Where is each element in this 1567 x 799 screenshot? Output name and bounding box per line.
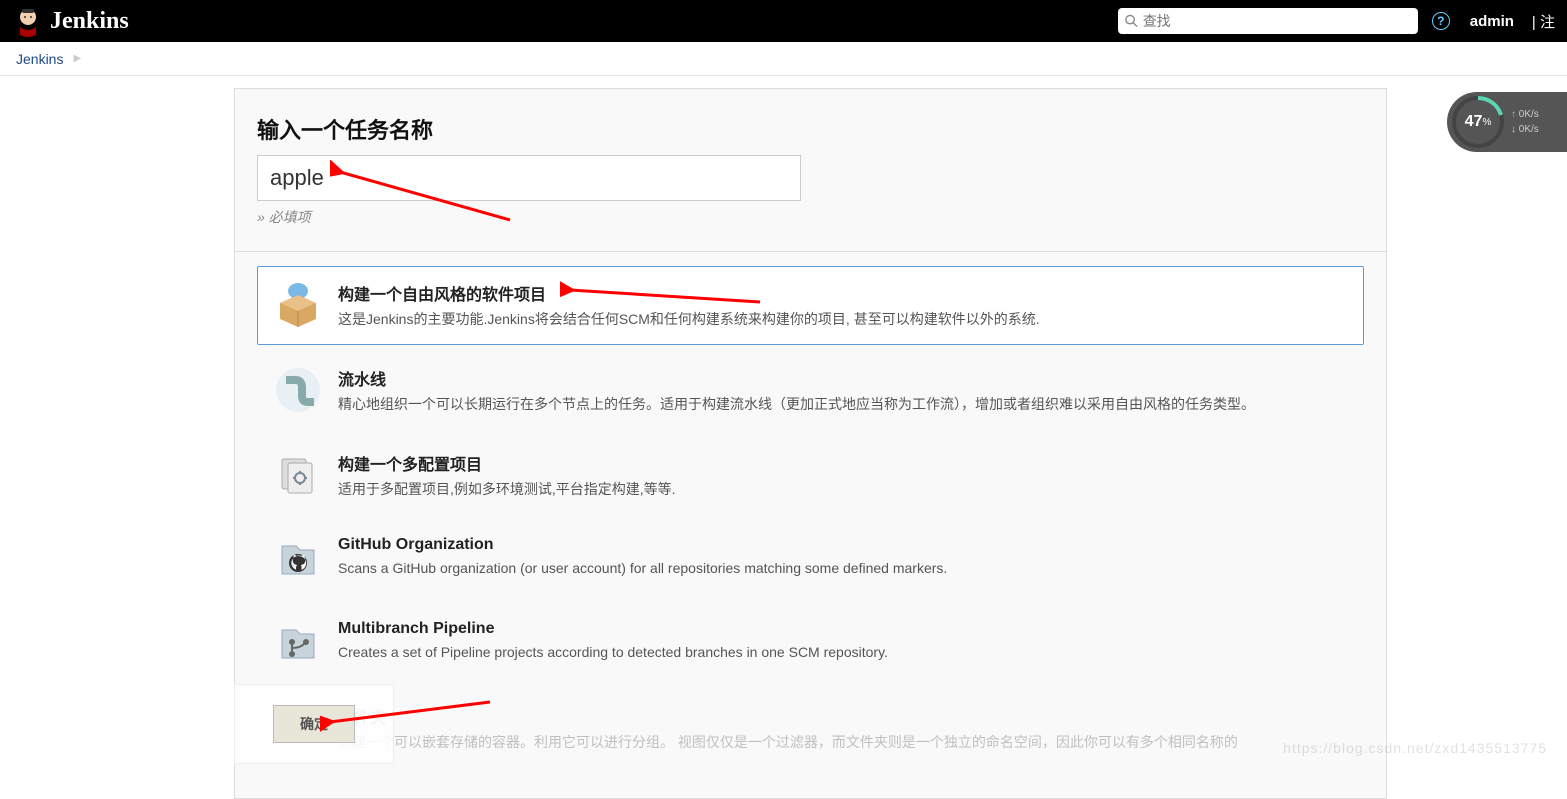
gauge-unit: % (1482, 117, 1491, 128)
job-type-multibranch[interactable]: Multibranch Pipeline Creates a set of Pip… (257, 605, 1364, 683)
main-panel: 输入一个任务名称 » 必填项 构建一个自由风格的软件项目这是Jenkins的主要… (234, 88, 1387, 799)
job-desc: Creates a set of Pipeline projects accor… (338, 642, 1347, 663)
help-icon[interactable]: ? (1432, 12, 1450, 30)
required-hint: » 必填项 (257, 207, 1364, 227)
job-desc: Scans a GitHub organization (or user acc… (338, 558, 1347, 579)
job-type-folder[interactable]: 文件夹创建一个可以嵌套存储的容器。利用它可以进行分组。 视图仅仅是一个过滤器，而… (257, 689, 1364, 768)
logo-text: Jenkins (50, 8, 129, 35)
chevron-right-icon: ▶ (73, 53, 81, 64)
section-separator (235, 251, 1386, 252)
github-icon (274, 536, 322, 584)
job-title: 构建一个多配置项目 (338, 451, 1347, 475)
user-link[interactable]: admin (1470, 13, 1514, 30)
watermark: https://blog.csdn.net/zxd1435513775 (1283, 740, 1547, 756)
perf-gauge[interactable]: 47% 0K/s 0K/s (1447, 92, 1567, 152)
jenkins-logo-icon (12, 5, 44, 37)
job-type-pipeline[interactable]: 流水线精心地组织一个可以长期运行在多个节点上的任务。适用于构建流水线（更加正式地… (257, 351, 1364, 430)
ok-button-wrap: 确定 (234, 684, 394, 764)
job-title: 构建一个自由风格的软件项目 (338, 281, 1347, 305)
item-name-input[interactable] (257, 155, 801, 201)
gauge-value: 47 (1465, 113, 1483, 131)
search-icon (1124, 13, 1139, 29)
logo[interactable]: Jenkins (12, 5, 129, 37)
job-desc: 创建一个可以嵌套存储的容器。利用它可以进行分组。 视图仅仅是一个过滤器，而文件夹… (338, 732, 1347, 753)
gauge-down: 0K/s (1511, 122, 1539, 137)
job-type-multiconfig[interactable]: 构建一个多配置项目适用于多配置项目,例如多环境测试,平台指定构建,等等. (257, 436, 1364, 515)
top-header: Jenkins ? admin | 注 (0, 0, 1567, 42)
job-title: 文件夹 (338, 704, 1347, 728)
job-desc: 精心地组织一个可以长期运行在多个节点上的任务。适用于构建流水线（更加正式地应当称… (338, 394, 1347, 415)
pipe-icon (274, 366, 322, 414)
multiconfig-icon (274, 451, 322, 499)
job-type-list: 构建一个自由风格的软件项目这是Jenkins的主要功能.Jenkins将会结合任… (257, 266, 1364, 768)
job-title: GitHub Organization (338, 536, 1347, 554)
breadcrumb: Jenkins ▶ (0, 42, 1567, 76)
job-type-github-org[interactable]: GitHub Organization Scans a GitHub organi… (257, 521, 1364, 599)
job-title: Multibranch Pipeline (338, 620, 1347, 638)
ok-button[interactable]: 确定 (273, 705, 355, 743)
search-input[interactable] (1143, 13, 1412, 29)
multibranch-icon (274, 620, 322, 668)
breadcrumb-root[interactable]: Jenkins (16, 51, 63, 67)
job-type-freestyle[interactable]: 构建一个自由风格的软件项目这是Jenkins的主要功能.Jenkins将会结合任… (257, 266, 1364, 345)
form-title: 输入一个任务名称 (257, 113, 1364, 145)
gauge-up: 0K/s (1511, 107, 1539, 122)
gauge-ring-icon: 47% (1451, 95, 1505, 149)
job-title: 流水线 (338, 366, 1347, 390)
header-divider: | 注 (1532, 11, 1555, 32)
job-desc: 适用于多配置项目,例如多环境测试,平台指定构建,等等. (338, 479, 1347, 500)
search-box[interactable] (1118, 8, 1418, 34)
package-icon (274, 281, 322, 329)
gauge-stats: 0K/s 0K/s (1511, 107, 1539, 137)
job-desc: 这是Jenkins的主要功能.Jenkins将会结合任何SCM和任何构建系统来构… (338, 309, 1347, 330)
